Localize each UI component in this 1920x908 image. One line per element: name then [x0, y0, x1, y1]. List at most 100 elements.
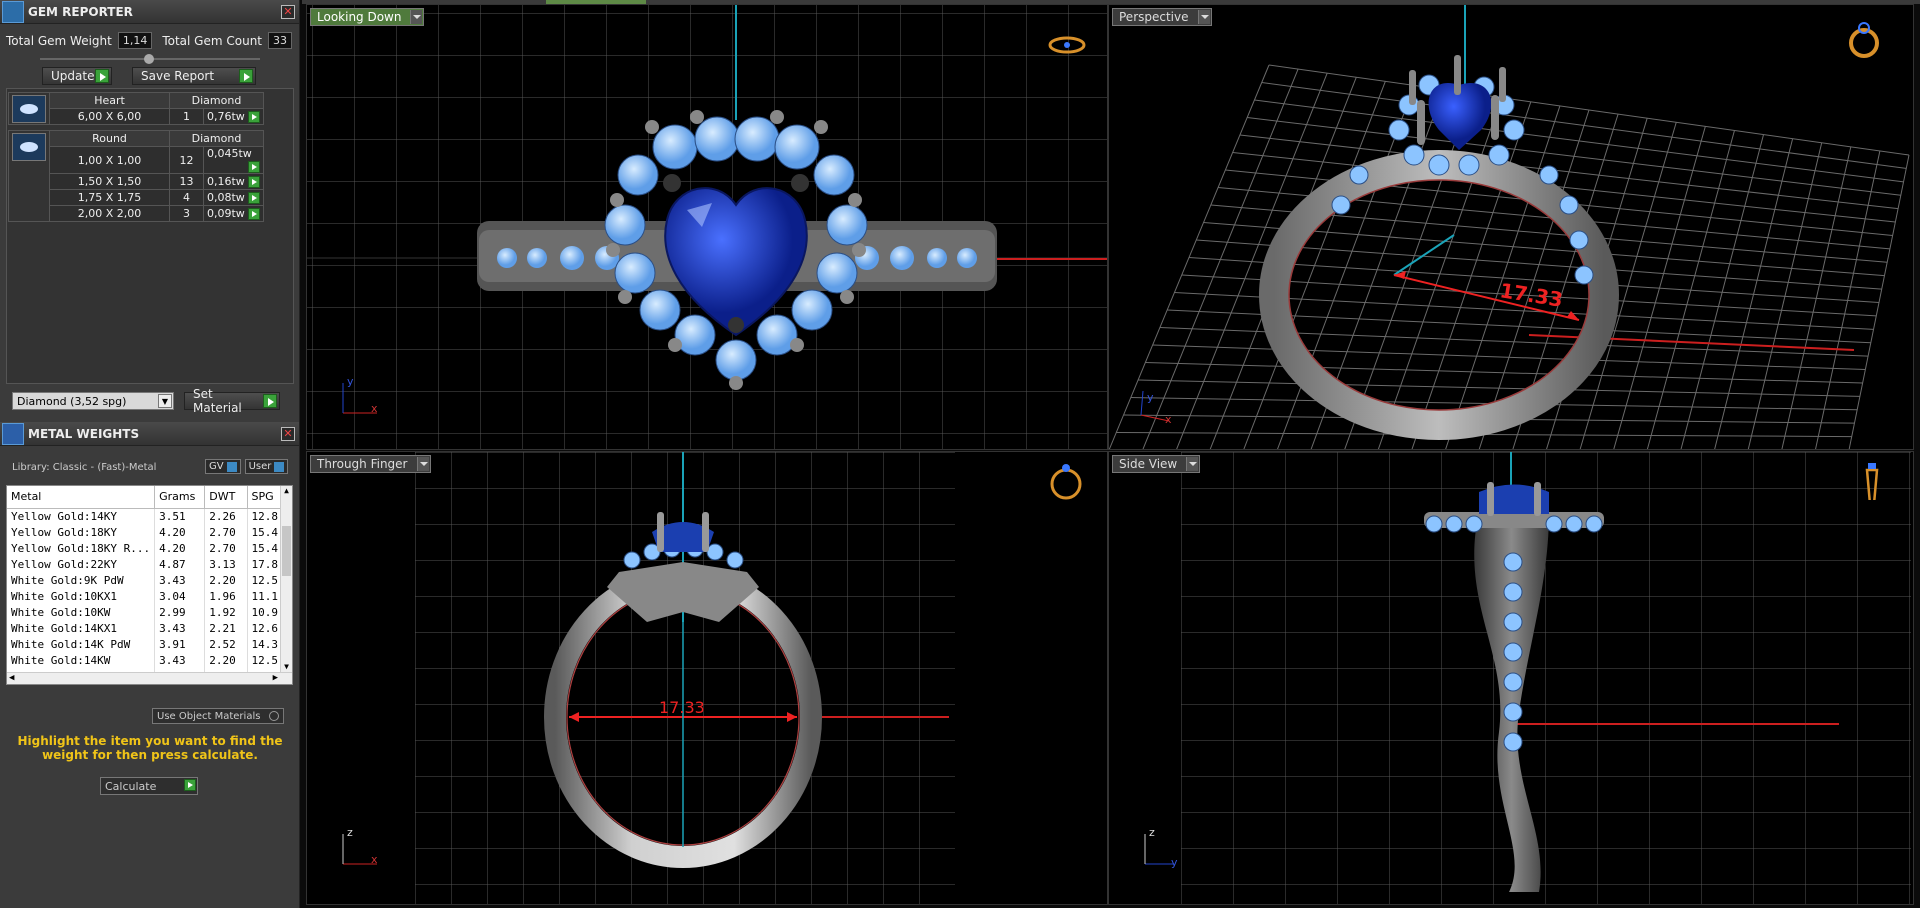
column-header-grams[interactable]: Grams: [154, 486, 206, 509]
axis-y-label: y: [347, 377, 354, 388]
axis-z-label: z: [1149, 828, 1155, 839]
gem-group-header[interactable]: Heart Diamond: [8, 92, 264, 125]
table-row[interactable]: Yellow Gold:14KY 3.51 2.26 12.8: [7, 508, 283, 524]
column-header-spg[interactable]: SPG: [247, 486, 283, 509]
spg-value: 17.8: [247, 556, 283, 572]
select-gem-arrow-icon[interactable]: [248, 111, 260, 123]
viewport-looking-down[interactable]: Looking Down x y: [306, 4, 1108, 450]
set-material-button-label: Set Material: [193, 387, 242, 415]
gem-group-header[interactable]: Round Diamond: [8, 130, 264, 222]
table-row[interactable]: White Gold:9K PdW 3.43 2.20 12.5: [7, 572, 283, 588]
material-select[interactable]: Diamond (3,52 spg) ▼: [12, 392, 174, 410]
metal-name: Yellow Gold:14KY: [7, 508, 156, 524]
splitter-handle[interactable]: [144, 54, 154, 64]
table-row[interactable]: White Gold:14K PdW 3.91 2.52 14.3: [7, 636, 283, 652]
horizontal-scrollbar[interactable]: ◀ ▶: [7, 672, 292, 684]
measurement-label: 17.33: [659, 698, 705, 717]
material-select-value: Diamond (3,52 spg): [17, 394, 127, 408]
select-gem-arrow-icon[interactable]: [248, 176, 260, 188]
spg-value: 12.6: [247, 620, 283, 636]
metal-name: White Gold:14KW: [7, 652, 156, 668]
ring-orientation-icon[interactable]: [1861, 460, 1883, 500]
spg-value: 15.4: [247, 524, 283, 540]
grams-value: 2.99: [154, 604, 206, 620]
metal-name: White Gold:10KX1: [7, 588, 156, 604]
viewport-perspective[interactable]: 17.33 Perspective y x: [1108, 4, 1914, 450]
use-object-materials-label: Use Object Materials: [157, 710, 261, 722]
ring-orientation-icon[interactable]: [1049, 460, 1083, 500]
column-header-dwt[interactable]: DWT: [204, 486, 248, 509]
spg-value: 12.5: [247, 652, 283, 668]
scrollbar-thumb[interactable]: [282, 526, 291, 576]
grid-line: [1747, 142, 1823, 449]
gem-material: Diamond: [169, 92, 264, 109]
select-gem-arrow-icon[interactable]: [248, 161, 260, 173]
gem-size: 1,00 X 1,00: [49, 146, 170, 174]
viewport-through-finger[interactable]: 17.33 Through Finger z x: [306, 451, 1108, 905]
spg-value: 12.5: [247, 572, 283, 588]
total-gem-weight-label: Total Gem Weight: [6, 33, 112, 48]
metal-weights-icon: [2, 422, 24, 445]
axis-indicator: y x: [1140, 390, 1172, 425]
ring-orientation-icon[interactable]: [1047, 35, 1087, 55]
viewport-label-looking-down[interactable]: Looking Down: [310, 8, 425, 26]
save-report-button[interactable]: Save Report: [132, 67, 256, 85]
round-gem-icon: [12, 133, 46, 161]
close-icon[interactable]: ✕: [281, 427, 295, 441]
heart-gem-icon: [12, 94, 46, 123]
dwt-value: 2.70: [204, 524, 248, 540]
user-toggle[interactable]: User: [244, 459, 289, 474]
viewport-label-through-finger[interactable]: Through Finger: [310, 455, 431, 473]
gem-weight: 0,76tw: [207, 110, 245, 123]
gem-reporter-titlebar: GEM REPORTER ✕: [0, 0, 299, 24]
grams-value: 4.20: [154, 524, 206, 540]
viewport-label-side-view[interactable]: Side View: [1112, 455, 1201, 473]
table-row[interactable]: White Gold:10KX1 3.04 1.96 11.1: [7, 588, 283, 604]
splitter[interactable]: [40, 54, 260, 64]
table-row[interactable]: White Gold:14KW 3.43 2.20 12.5: [7, 652, 283, 668]
column-header-metal[interactable]: Metal: [7, 486, 156, 509]
vertical-scrollbar[interactable]: ▲ ▼: [280, 486, 292, 674]
viewport-side-view[interactable]: Side View z y: [1108, 451, 1914, 905]
app-window: GEM REPORTER ✕ Total Gem Weight 1,14 Tot…: [0, 0, 1920, 908]
metal-weights-titlebar: METAL WEIGHTS ✕: [0, 422, 299, 446]
select-gem-arrow-icon[interactable]: [248, 208, 260, 220]
perspective-canvas: 17.33: [1109, 5, 1910, 449]
close-icon[interactable]: ✕: [281, 5, 295, 19]
calculate-control[interactable]: Calculate: [100, 777, 198, 795]
select-gem-arrow-icon[interactable]: [248, 192, 260, 204]
gem-count: 13: [169, 173, 204, 190]
gv-toggle[interactable]: GV: [205, 459, 241, 474]
dwt-value: 2.26: [204, 508, 248, 524]
dwt-value: 3.13: [204, 556, 248, 572]
set-material-button[interactable]: Set Material: [184, 387, 280, 415]
axis-x-label: x: [1165, 413, 1172, 425]
gem-shape: Heart: [49, 92, 170, 109]
table-row[interactable]: White Gold:10KW 2.99 1.92 10.9: [7, 604, 283, 620]
through-finger-canvas: 17.33: [415, 452, 955, 904]
play-icon: [184, 779, 196, 791]
info-icon: [226, 461, 237, 472]
play-icon: [95, 69, 109, 83]
chevron-down-icon: [1197, 10, 1210, 24]
chevron-down-icon: [410, 10, 423, 24]
scroll-up-icon[interactable]: ▲: [281, 486, 292, 498]
metal-table: Metal Grams DWT SPG Yellow Gold:14KY 3.51…: [6, 485, 293, 685]
table-row[interactable]: Yellow Gold:18KY R... 4.20 2.70 15.4: [7, 540, 283, 556]
chevron-down-icon: [416, 457, 429, 471]
viewport-label-perspective[interactable]: Perspective: [1112, 8, 1212, 26]
use-object-materials-checkbox[interactable]: Use Object Materials: [152, 708, 284, 724]
metal-name: Yellow Gold:22KY: [7, 556, 156, 572]
totals-row: Total Gem Weight 1,14 Total Gem Count 33: [0, 32, 299, 49]
scroll-left-icon[interactable]: ◀: [9, 673, 14, 683]
gem-size: 2,00 X 2,00: [49, 205, 170, 222]
grams-value: 3.43: [154, 620, 206, 636]
viewport-title: Looking Down: [317, 10, 402, 24]
ring-orientation-icon[interactable]: [1847, 19, 1881, 59]
table-row[interactable]: Yellow Gold:18KY 4.20 2.70 15.4: [7, 524, 283, 540]
update-button[interactable]: Update: [42, 67, 112, 85]
table-row[interactable]: White Gold:14KX1 3.43 2.21 12.6: [7, 620, 283, 636]
table-row[interactable]: Yellow Gold:22KY 4.87 3.13 17.8: [7, 556, 283, 572]
scroll-right-icon[interactable]: ▶: [273, 673, 278, 683]
viewport-title: Side View: [1119, 457, 1178, 471]
